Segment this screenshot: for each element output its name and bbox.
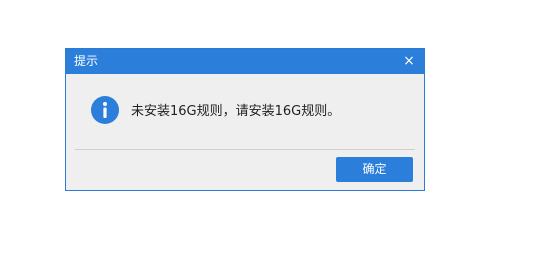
dialog-title: 提示 <box>74 54 99 68</box>
alert-dialog: 提示 × 未安装16G规则，请安装16G规则。 确定 <box>65 48 425 191</box>
dialog-message: 未安装16G规则，请安装16G规则。 <box>131 104 341 119</box>
dialog-content: 未安装16G规则，请安装16G规则。 <box>66 74 424 149</box>
dialog-divider <box>75 149 415 150</box>
ok-button[interactable]: 确定 <box>336 157 413 182</box>
close-icon[interactable]: × <box>402 49 416 74</box>
dialog-titlebar[interactable]: 提示 × <box>66 49 424 74</box>
info-icon <box>91 96 119 124</box>
